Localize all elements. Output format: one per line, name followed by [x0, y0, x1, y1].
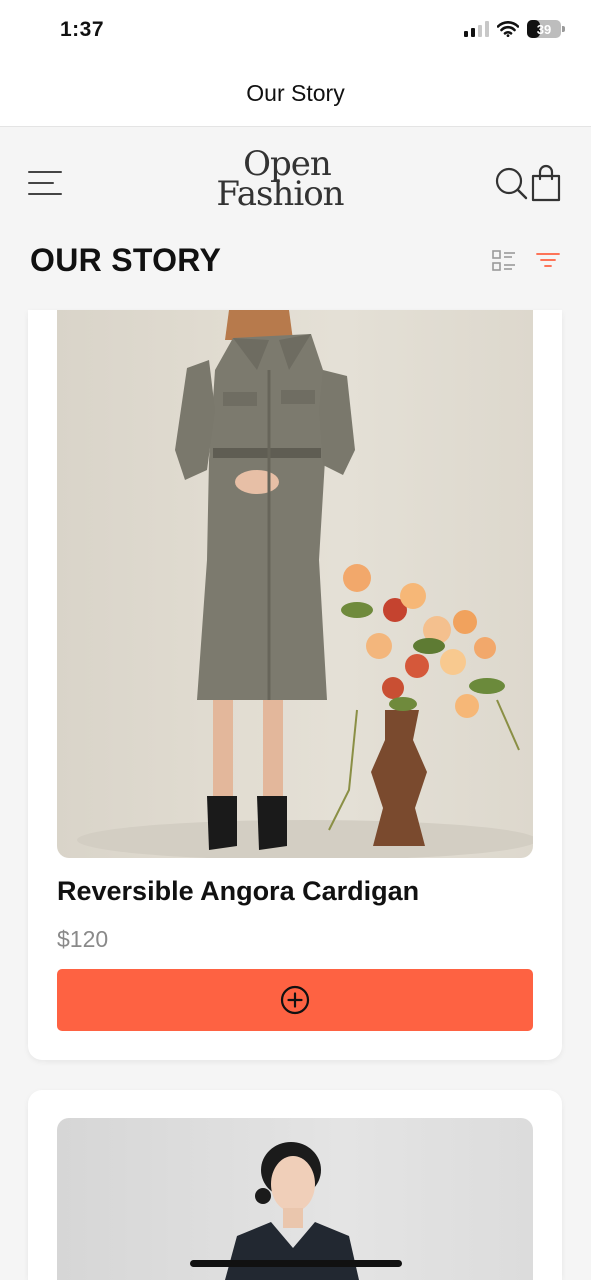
status-icons: 39	[464, 20, 565, 38]
section-title: OUR STORY	[30, 242, 222, 278]
add-circle-icon	[280, 985, 310, 1015]
product-photo-illustration	[77, 310, 533, 858]
wifi-icon	[497, 21, 519, 37]
filter-icon[interactable]	[536, 250, 560, 270]
product-name[interactable]: Reversible Angora Cardigan	[57, 876, 419, 907]
home-indicator	[190, 1260, 402, 1267]
product-photo-illustration	[225, 1142, 359, 1280]
product-image[interactable]	[57, 1118, 533, 1280]
product-image[interactable]	[57, 310, 533, 858]
product-price: $120	[57, 926, 109, 952]
nav-title: Our Story	[246, 80, 345, 106]
add-to-cart-button[interactable]	[57, 969, 533, 1031]
list-view-icon[interactable]	[492, 249, 516, 273]
battery-percent: 39	[536, 21, 552, 37]
brand-logo[interactable]: Open Fashion	[205, 147, 355, 216]
status-time: 1:37	[60, 18, 105, 41]
product-card[interactable]: Reversible Angora Cardigan $120	[28, 310, 562, 1060]
cellular-signal-icon	[464, 21, 489, 37]
shopping-bag-icon[interactable]	[530, 164, 562, 202]
hamburger-menu-icon[interactable]	[28, 169, 64, 197]
search-icon[interactable]	[494, 166, 528, 200]
battery-icon: 39	[527, 20, 565, 38]
top-bar: 1:37 39 Our Story	[0, 0, 591, 127]
logo-line-2: Fashion	[216, 174, 344, 214]
product-card[interactable]	[28, 1090, 562, 1280]
